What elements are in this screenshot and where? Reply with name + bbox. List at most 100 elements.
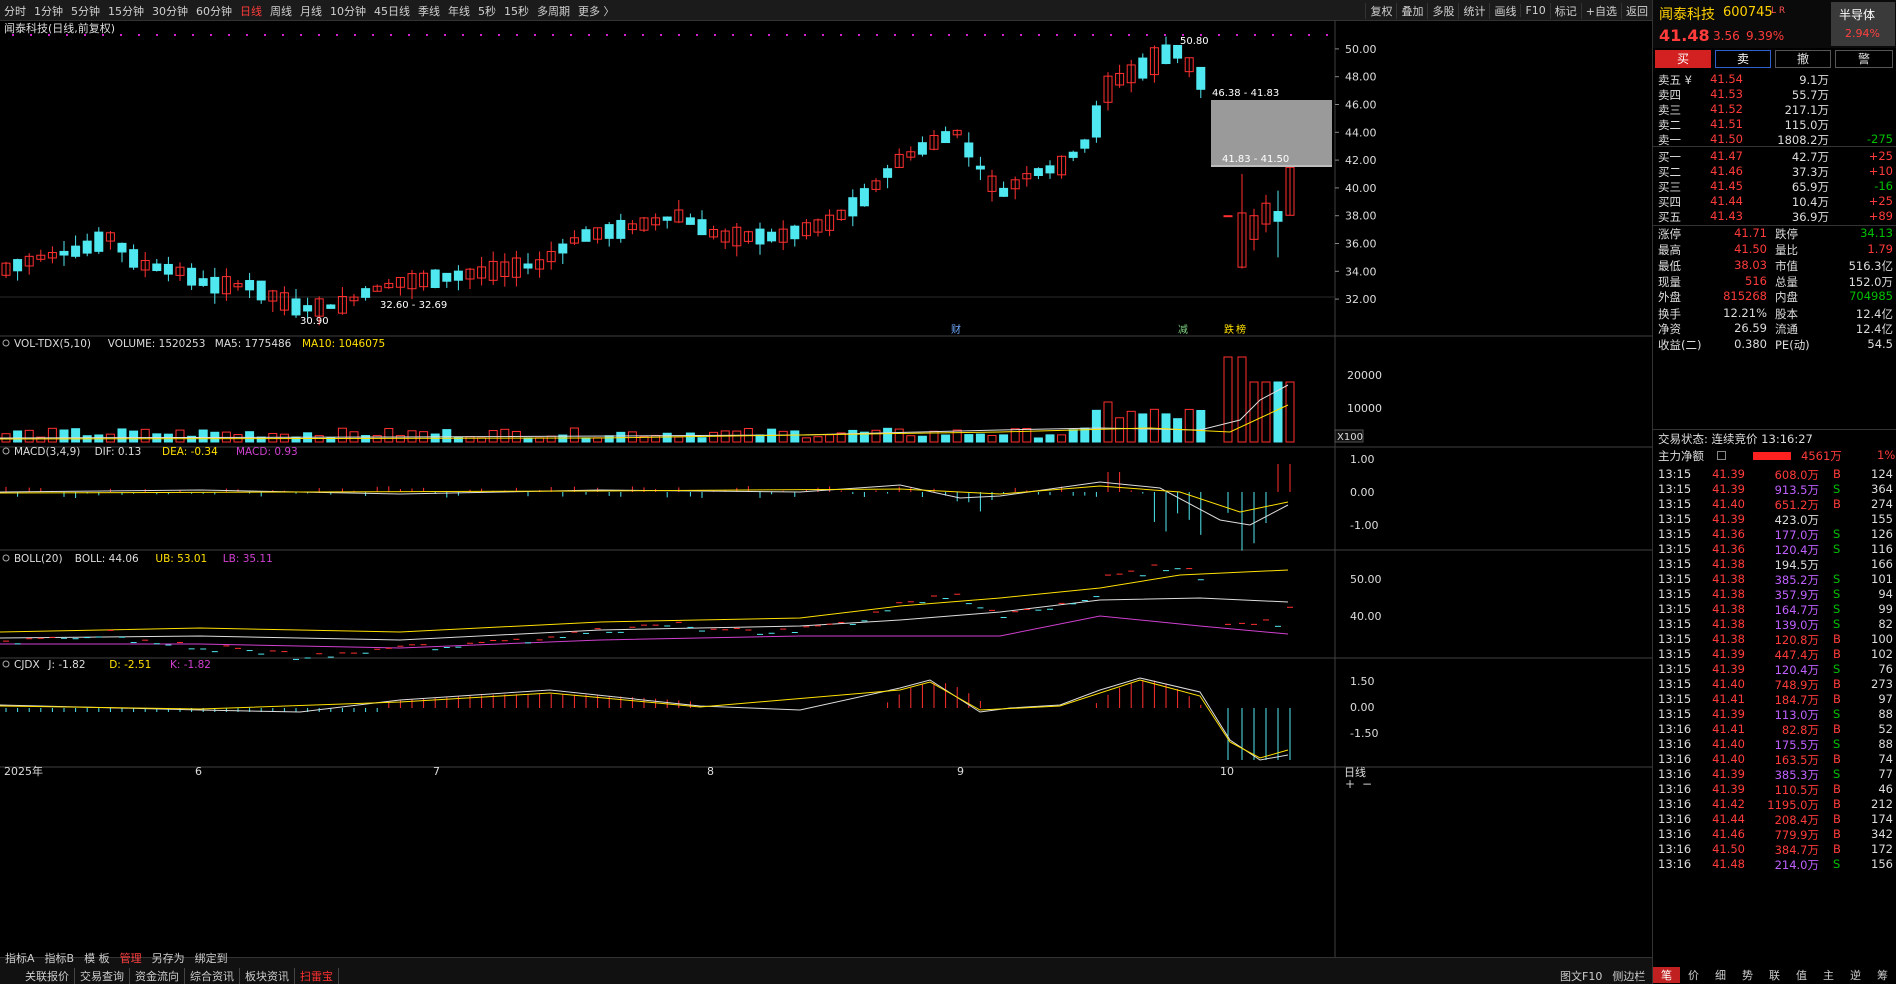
right-tab-1[interactable]: 侧边栏 (1607, 968, 1650, 984)
sector-box[interactable]: 半导体 2.94% (1831, 2, 1895, 46)
event-dot (570, 34, 572, 36)
event-dot (1002, 34, 1004, 36)
indicator-tab-1[interactable]: 指标B (40, 950, 80, 966)
alert-button[interactable]: 警 (1835, 50, 1893, 68)
event-dot (876, 34, 878, 36)
function-tab-1[interactable]: 交易查询 (75, 968, 130, 984)
period-tab-15[interactable]: 多周期 (533, 3, 574, 19)
period-tab-6[interactable]: 日线 (236, 3, 266, 19)
sell-button[interactable]: 卖 (1715, 50, 1771, 68)
pane-header-item: BOLL(20) (14, 553, 63, 565)
tick-side: S (1833, 602, 1841, 616)
cancel-button[interactable]: 撤 (1775, 50, 1831, 68)
kline-chart-area[interactable]: 闻泰科技(日线,前复权) 50.00 48.00 46.00 44.00 42.00 40.… (0, 21, 1652, 957)
tool-button-0[interactable]: 复权 (1365, 2, 1396, 19)
tick-price: 41.39 (1712, 707, 1745, 721)
candle-body (1173, 44, 1183, 59)
period-tab-8[interactable]: 月线 (296, 3, 326, 19)
period-tab-3[interactable]: 15分钟 (104, 3, 148, 19)
period-tab-13[interactable]: 5秒 (474, 3, 500, 19)
side-tab-0[interactable]: 笔 (1653, 967, 1680, 983)
period-tab-12[interactable]: 年线 (444, 3, 474, 19)
tick-count: 82 (1878, 617, 1893, 631)
tool-buttons: 复权 叠加 多股 统计 画线 F10 标记 +自选 返回 (1365, 0, 1652, 21)
side-tab-8[interactable]: 筹 (1869, 967, 1896, 983)
period-tab-5[interactable]: 60分钟 (192, 3, 236, 19)
event-dot (300, 34, 302, 36)
event-dot (804, 34, 806, 36)
side-tab-6[interactable]: 主 (1815, 967, 1842, 983)
indicator-tab-5[interactable]: 绑定到 (190, 950, 233, 966)
function-tab-3[interactable]: 综合资讯 (185, 968, 240, 984)
function-tab-0[interactable]: 关联报价 (20, 968, 75, 984)
event-dot (1326, 34, 1328, 36)
period-tab-10[interactable]: 45日线 (370, 3, 414, 19)
volume-bar (59, 429, 69, 443)
period-tab-9[interactable]: 10分钟 (326, 3, 370, 19)
period-tab-11[interactable]: 季线 (414, 3, 444, 19)
period-tab-7[interactable]: 周线 (266, 3, 296, 19)
period-tab-14[interactable]: 15秒 (500, 3, 533, 19)
function-tab-4[interactable]: 板块资讯 (240, 968, 295, 984)
tool-button-5[interactable]: F10 (1520, 4, 1549, 17)
function-tab-2[interactable]: 资金流向 (130, 968, 185, 984)
side-tab-7[interactable]: 逆 (1842, 967, 1869, 983)
candle-body (117, 242, 127, 253)
event-dot (192, 34, 194, 36)
right-tab-0[interactable]: 图文F10 (1555, 968, 1607, 984)
event-dot (1218, 34, 1220, 36)
tick-side: S (1833, 857, 1841, 871)
side-tab-1[interactable]: 价 (1680, 967, 1707, 983)
period-tab-1[interactable]: 1分钟 (30, 3, 67, 19)
candle-body (1033, 168, 1043, 176)
tool-button-3[interactable]: 统计 (1458, 2, 1489, 19)
function-tab-5[interactable]: 扫雷宝 (295, 968, 339, 984)
tool-button-4[interactable]: 画线 (1489, 2, 1520, 19)
stat-value: 12.4亿 (1855, 322, 1893, 336)
indicator-tab-4[interactable]: 另存为 (147, 950, 190, 966)
ask-change: -275 (1866, 132, 1893, 146)
side-tab-2[interactable]: 细 (1707, 967, 1734, 983)
indicator-tab-3[interactable]: 管理 (115, 950, 147, 966)
candle-body (1091, 105, 1101, 138)
tool-button-1[interactable]: 叠加 (1396, 2, 1427, 19)
indicator-tab-2[interactable]: 模 板 (79, 950, 115, 966)
volume-bar (685, 432, 695, 443)
tick-price: 41.44 (1712, 812, 1745, 826)
date-tick: 8 (707, 765, 714, 778)
tool-button-8[interactable]: 返回 (1621, 2, 1652, 19)
side-tabs: 笔价细势联值主逆筹 (1653, 966, 1896, 984)
stock-tag: L R (1771, 6, 1786, 16)
pane-header-item: UB: 53.01 (155, 553, 207, 565)
buy-button[interactable]: 买 (1655, 50, 1711, 68)
tick-side: S (1833, 662, 1841, 676)
menu-icon[interactable] (1717, 451, 1726, 460)
side-tab-5[interactable]: 值 (1788, 967, 1815, 983)
event-dot (210, 34, 212, 36)
tick-price: 41.39 (1712, 782, 1745, 796)
tool-button-7[interactable]: +自选 (1580, 2, 1621, 19)
tick-count: 156 (1871, 857, 1893, 871)
tick-count: 126 (1871, 527, 1893, 541)
period-tab-4[interactable]: 30分钟 (148, 3, 192, 19)
indicator-tab-0[interactable]: 指标A (0, 950, 40, 966)
tool-button-2[interactable]: 多股 (1427, 2, 1458, 19)
boll-tick: 50.00 (1350, 573, 1382, 586)
candle-body (361, 288, 371, 298)
period-tab-2[interactable]: 5分钟 (67, 3, 104, 19)
period-tab-16[interactable]: 更多 〉 (574, 3, 619, 19)
period-tab-0[interactable]: 分时 (0, 3, 30, 19)
tick-row: 13:16 41.48 214.0万 S 156 (1653, 856, 1896, 874)
macd-tick: -1.00 (1350, 519, 1378, 532)
side-tab-3[interactable]: 势 (1734, 967, 1761, 983)
candle-body (662, 216, 672, 221)
date-tick: 7 (433, 765, 440, 778)
price-tick: 44.00 (1345, 126, 1377, 139)
bid-change: +10 (1868, 164, 1893, 178)
event-dot (1290, 34, 1292, 36)
tool-button-6[interactable]: 标记 (1549, 2, 1581, 19)
event-dot (390, 34, 392, 36)
candle-body (256, 280, 266, 301)
ask-price: 41.52 (1710, 102, 1743, 116)
side-tab-4[interactable]: 联 (1761, 967, 1788, 983)
